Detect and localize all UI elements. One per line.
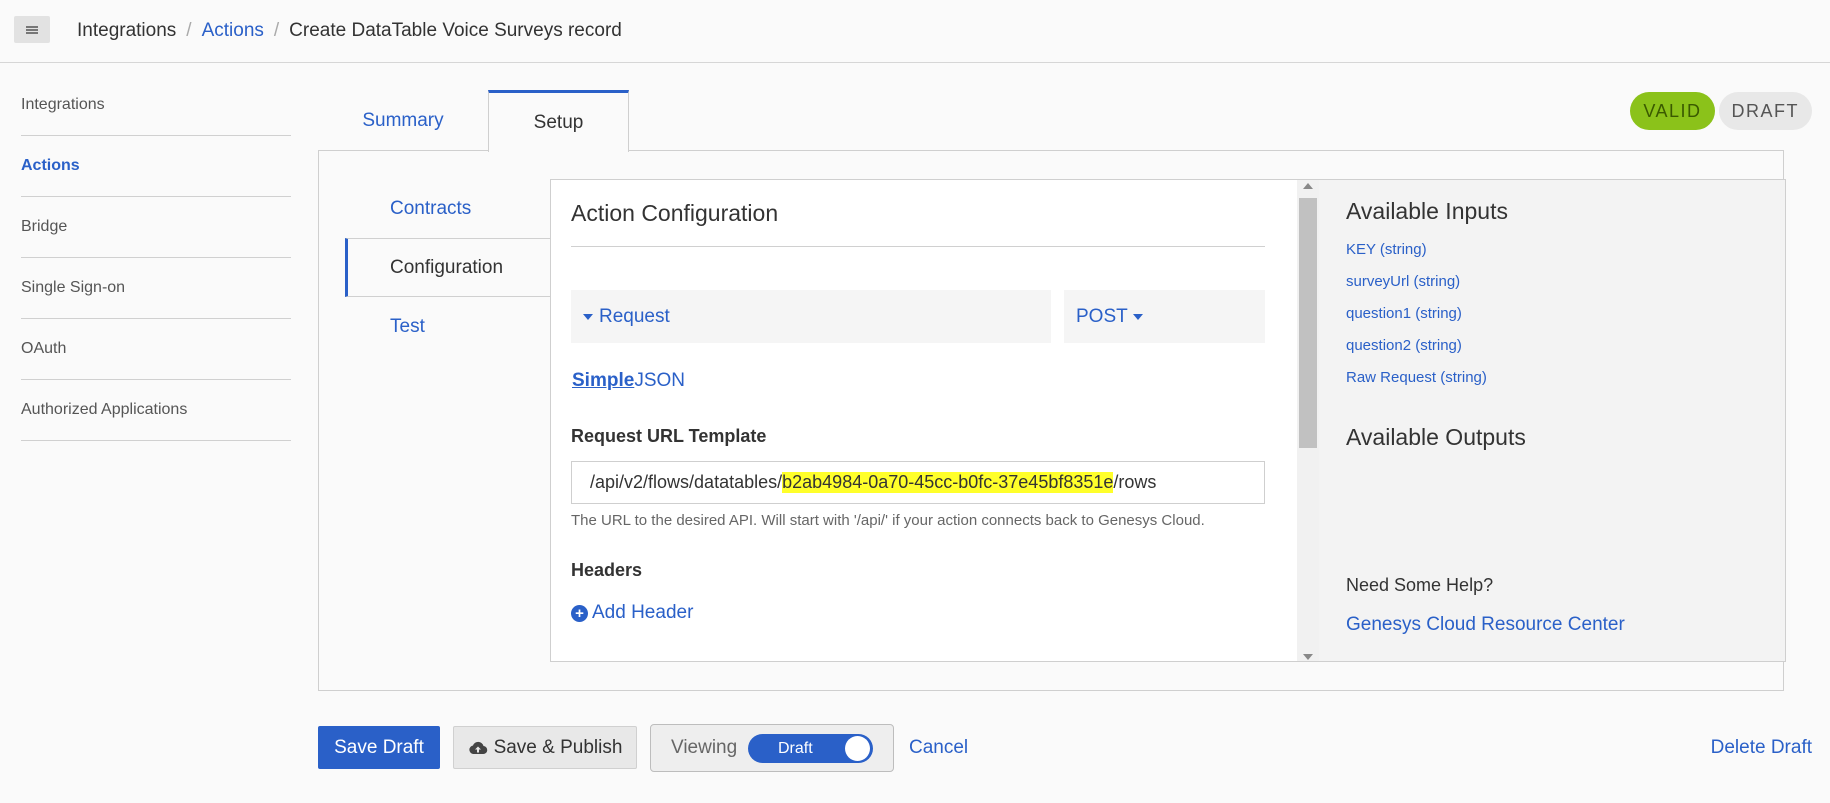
action-footer: Save Draft Save & Publish Viewing Draft … (318, 724, 1812, 772)
input-item[interactable]: question2 (string) (1346, 336, 1487, 368)
breadcrumb-current: Create DataTable Voice Surveys record (289, 20, 622, 41)
hamburger-menu-icon[interactable] (14, 16, 50, 43)
action-configuration-panel: Action Configuration Request POST Simple… (550, 179, 1320, 662)
top-bar: Integrations / Actions / Create DataTabl… (0, 0, 1830, 63)
toggle-knob (845, 736, 870, 761)
cancel-link[interactable]: Cancel (909, 737, 968, 759)
sidebar-item-integrations[interactable]: Integrations (21, 75, 291, 136)
viewing-label: Viewing (671, 737, 738, 758)
add-header-label: Add Header (592, 602, 694, 623)
resource-center-link[interactable]: Genesys Cloud Resource Center (1346, 614, 1625, 636)
need-help-title: Need Some Help? (1346, 575, 1494, 595)
caret-down-icon (583, 313, 593, 320)
input-item[interactable]: question1 (string) (1346, 304, 1487, 336)
url-highlighted-id: b2ab4984-0a70-45cc-b0fc-37e45bf8351e (782, 472, 1114, 493)
draft-toggle[interactable]: Draft (748, 734, 873, 763)
cloud-upload-icon (468, 741, 487, 754)
input-item[interactable]: Raw Request (string) (1346, 368, 1487, 400)
breadcrumb: Integrations / Actions / Create DataTabl… (77, 20, 622, 42)
sidebar: Integrations Actions Bridge Single Sign-… (21, 75, 291, 441)
url-prefix: /api/v2/flows/datatables/ (590, 472, 783, 492)
save-draft-button[interactable]: Save Draft (318, 726, 440, 769)
breadcrumb-separator: / (273, 20, 280, 41)
input-item[interactable]: KEY (string) (1346, 240, 1487, 272)
request-mode-switch: SimpleJSON (572, 370, 685, 392)
mode-simple-link[interactable]: Simple (572, 370, 634, 391)
breadcrumb-integrations[interactable]: Integrations (77, 20, 176, 42)
tab-bar: Summary Setup (318, 90, 629, 152)
http-method-dropdown[interactable]: POST (1064, 290, 1265, 343)
scroll-up-icon[interactable] (1303, 183, 1313, 189)
headers-label: Headers (571, 560, 643, 580)
sidebar-item-oauth[interactable]: OAuth (21, 319, 291, 380)
mode-json-link[interactable]: JSON (634, 370, 685, 391)
request-url-input[interactable]: /api/v2/flows/datatables/b2ab4984-0a70-4… (571, 461, 1265, 504)
viewing-mode-control: Viewing Draft (650, 724, 894, 772)
plus-circle-icon: + (571, 604, 588, 622)
tab-setup[interactable]: Setup (488, 90, 629, 152)
toggle-label: Draft (778, 739, 813, 757)
config-scrollbar[interactable] (1297, 180, 1319, 661)
delete-draft-link[interactable]: Delete Draft (1711, 737, 1812, 759)
available-info-panel: Available Inputs KEY (string) surveyUrl … (1319, 179, 1786, 662)
scroll-down-icon[interactable] (1303, 654, 1313, 660)
http-method-value: POST (1076, 305, 1128, 327)
subnav-item-contracts[interactable]: Contracts (345, 179, 550, 238)
subnav-item-test[interactable]: Test (345, 297, 550, 356)
sidebar-item-bridge[interactable]: Bridge (21, 197, 291, 258)
draft-badge: DRAFT (1718, 92, 1812, 130)
save-publish-label: Save & Publish (493, 736, 623, 758)
available-outputs-title: Available Outputs (1346, 424, 1526, 450)
tab-summary[interactable]: Summary (318, 90, 488, 151)
status-badges: VALID DRAFT (1630, 92, 1812, 130)
available-inputs-title: Available Inputs (1346, 198, 1508, 224)
request-section-toggle[interactable]: Request (571, 290, 1051, 343)
request-url-label: Request URL Template (571, 426, 767, 446)
save-publish-button[interactable]: Save & Publish (453, 726, 637, 769)
setup-panel: Contracts Configuration Test Action Conf… (318, 150, 1786, 691)
configuration-title: Action Configuration (571, 200, 1265, 247)
request-url-help: The URL to the desired API. Will start w… (571, 512, 1205, 529)
breadcrumb-actions[interactable]: Actions (202, 20, 264, 42)
valid-badge: VALID (1630, 92, 1715, 130)
input-item[interactable]: surveyUrl (string) (1346, 272, 1487, 304)
setup-subnav: Contracts Configuration Test (345, 179, 550, 356)
request-label: Request (599, 305, 670, 327)
add-header-button[interactable]: + Add Header (571, 602, 693, 624)
subnav-item-configuration[interactable]: Configuration (345, 238, 550, 297)
url-suffix: /rows (1113, 472, 1157, 492)
sidebar-item-actions[interactable]: Actions (21, 136, 291, 197)
scrollbar-thumb[interactable] (1299, 198, 1317, 448)
available-inputs-list: KEY (string) surveyUrl (string) question… (1346, 240, 1487, 400)
caret-down-icon (1132, 313, 1143, 320)
sidebar-item-authorized-applications[interactable]: Authorized Applications (21, 380, 291, 441)
sidebar-item-single-sign-on[interactable]: Single Sign-on (21, 258, 291, 319)
breadcrumb-separator: / (186, 20, 192, 41)
